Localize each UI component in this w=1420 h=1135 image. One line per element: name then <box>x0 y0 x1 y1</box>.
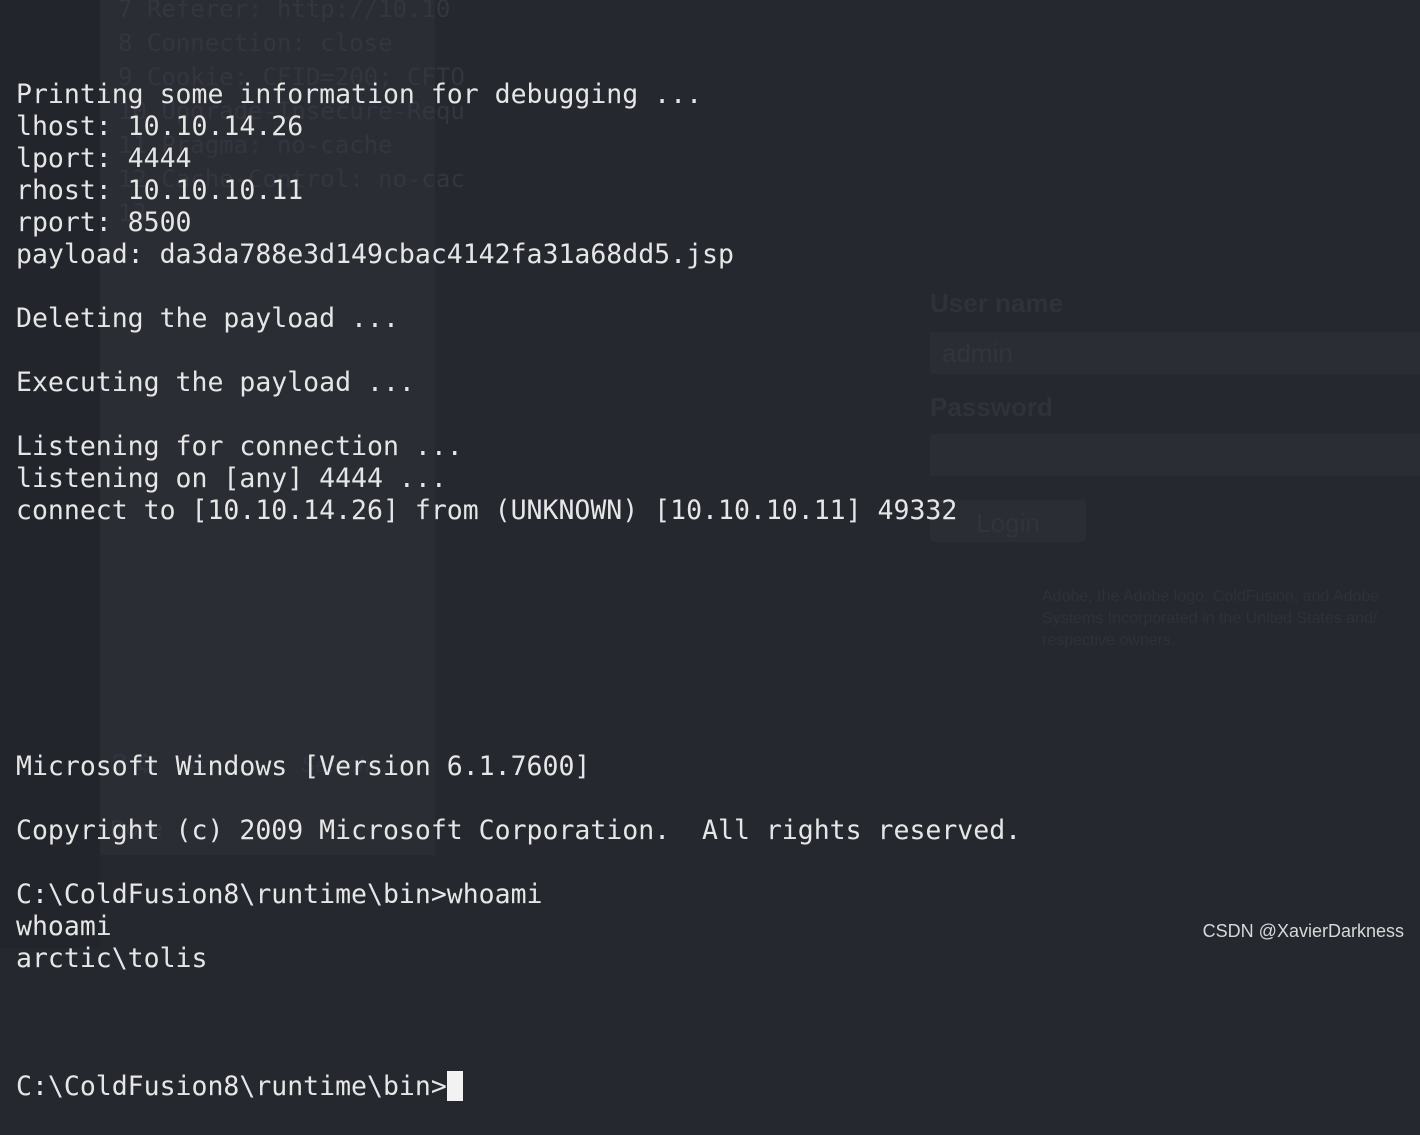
terminal-line: rhost: 10.10.10.11 <box>16 175 304 206</box>
terminal-line: Copyright (c) 2009 Microsoft Corporation… <box>16 815 1022 846</box>
terminal-line: Deleting the payload ... <box>16 303 399 334</box>
terminal-line: listening on [any] 4444 ... <box>16 463 447 494</box>
terminal-line: whoami <box>16 911 112 942</box>
terminal-line: rport: 8500 <box>16 207 192 238</box>
terminal-output[interactable]: Printing some information for debugging … <box>16 15 1021 1135</box>
terminal-lines: Printing some information for debugging … <box>16 79 1021 1007</box>
terminal-line: Listening for connection ... <box>16 431 463 462</box>
background-legal-text: Adobe, the Adobe logo, ColdFusion, and A… <box>1042 588 1380 649</box>
terminal-line: connect to [10.10.14.26] from (UNKNOWN) … <box>16 495 958 526</box>
watermark: CSDN @XavierDarkness <box>1202 921 1404 941</box>
terminal-line: Executing the payload ... <box>16 367 415 398</box>
terminal-prompt-line[interactable]: C:\ColdFusion8\runtime\bin> <box>16 1071 1021 1103</box>
terminal-line: payload: da3da788e3d149cbac4142fa31a68dd… <box>16 239 734 270</box>
terminal-line: Printing some information for debugging … <box>16 79 703 110</box>
terminal-cursor <box>446 1071 463 1101</box>
terminal-line: lhost: 10.10.14.26 <box>16 111 304 142</box>
terminal-prompt: C:\ColdFusion8\runtime\bin> <box>16 1071 447 1102</box>
terminal-line: lport: 4444 <box>16 143 192 174</box>
terminal-line: C:\ColdFusion8\runtime\bin>whoami <box>16 879 543 910</box>
terminal-line: Microsoft Windows [Version 6.1.7600] <box>16 751 591 782</box>
